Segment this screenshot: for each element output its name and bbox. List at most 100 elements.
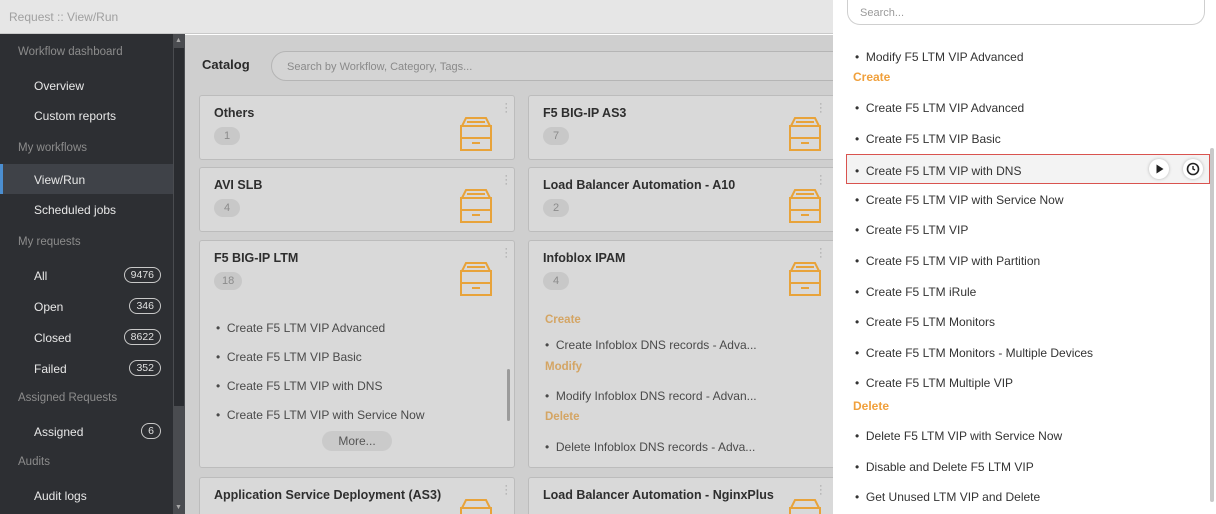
card-title: Others (214, 106, 255, 120)
catalog-card-application-service-deployment[interactable]: Application Service Deployment (AS3) · · · (199, 477, 515, 514)
card-title: F5 BIG-IP AS3 (543, 106, 627, 120)
sidebar-scrollbar[interactable]: ▲ ▼ (173, 34, 185, 514)
catalog-card-infoblox-ipam[interactable]: Infoblox IPAM 4 · · · Create • Create Info… (528, 240, 833, 468)
sidebar-item-label: View/Run (34, 173, 86, 187)
workflow-link[interactable]: • Create F5 LTM VIP Advanced (216, 321, 385, 335)
workflow-label: Create F5 LTM VIP with DNS (226, 379, 383, 393)
sidebar-item-assigned[interactable]: Assigned 6 (0, 416, 173, 446)
more-options-icon[interactable]: · · · (819, 244, 823, 263)
workflow-label: Create F5 LTM VIP with Service Now (865, 193, 1064, 207)
sidebar-item-label: All (34, 269, 48, 283)
count-badge: 9476 (123, 267, 161, 283)
workflow-label: Create F5 LTM Monitors - Multiple Device… (865, 346, 1094, 360)
catalog-card-f5-big-ip-as3[interactable]: F5 BIG-IP AS3 7 · · · (528, 95, 833, 160)
scroll-up-icon[interactable]: ▲ (175, 37, 182, 44)
card-count-badge: 2 (543, 199, 569, 217)
workflow-item[interactable]: • Modify F5 LTM VIP Advanced (847, 41, 1207, 71)
catalog-card-load-balancer-nginxplus[interactable]: Load Balancer Automation - NginxPlus · · · (528, 477, 833, 514)
catalog-card-f5-big-ip-ltm[interactable]: F5 BIG-IP LTM 18 · · · • Create F5 LTM VIP… (199, 240, 515, 468)
workflow-item[interactable]: • Create F5 LTM VIP with Partition (847, 245, 1207, 275)
card-count-badge: 18 (214, 272, 243, 290)
workflow-link[interactable]: • Modify Infoblox DNS record - Advan... (545, 389, 757, 403)
sidebar-item-view-run[interactable]: View/Run (0, 164, 173, 194)
sidebar-item-audit-logs[interactable]: Audit logs (0, 480, 173, 510)
workflow-item[interactable]: • Create F5 LTM iRule (847, 276, 1207, 306)
workflow-label: Create F5 LTM Multiple VIP (865, 376, 1014, 390)
sidebar-item-scheduled-jobs[interactable]: Scheduled jobs (0, 194, 173, 224)
sidebar-header-my-requests: My requests (18, 236, 81, 248)
workflow-item[interactable]: • Create F5 LTM VIP (847, 214, 1207, 244)
more-button[interactable]: More... (322, 431, 392, 451)
count-badge: 6 (141, 423, 161, 439)
catalog-card-avi-slb[interactable]: AVI SLB 4 · · · (199, 167, 515, 232)
card-title: Load Balancer Automation - NginxPlus (543, 488, 774, 502)
workflow-label: Create F5 LTM VIP Advanced (226, 321, 386, 335)
workflow-item[interactable]: • Create F5 LTM VIP Advanced (847, 92, 1207, 122)
panel-search-input[interactable]: Search... (847, 0, 1205, 25)
workflow-label: Get Unused LTM VIP and Delete (865, 490, 1041, 504)
app-root: Request :: View/Run Workflow dashboard O… (0, 0, 1216, 514)
sidebar-item-custom-reports[interactable]: Custom reports (0, 100, 173, 130)
workflow-item[interactable]: • Create F5 LTM VIP with Service Now (847, 184, 1207, 214)
run-button[interactable] (1149, 159, 1169, 179)
workflow-link[interactable]: • Create F5 LTM VIP with DNS (216, 379, 382, 393)
workflow-label: Modify Infoblox DNS record - Advan... (555, 389, 757, 403)
workflow-item-highlighted[interactable]: • Create F5 LTM VIP with DNS (846, 154, 1210, 184)
workflow-link[interactable]: • Create Infoblox DNS records - Adva... (545, 338, 757, 352)
sidebar-item-all[interactable]: All 9476 (0, 260, 173, 290)
more-options-icon[interactable]: · · · (504, 171, 508, 190)
clock-icon (1186, 162, 1200, 176)
sidebar-item-label: Open (34, 300, 64, 314)
schedule-button[interactable] (1183, 159, 1203, 179)
sidebar-item-label: Assigned (34, 425, 84, 439)
card-title: Load Balancer Automation - A10 (543, 178, 736, 192)
workflow-item[interactable]: • Get Unused LTM VIP and Delete (847, 481, 1207, 511)
scrollbar-thumb[interactable] (174, 48, 184, 406)
sidebar-item-label: Overview (34, 79, 85, 93)
workflow-item[interactable]: • Delete F5 LTM VIP with Service Now (847, 420, 1207, 450)
drawer-icon (460, 117, 492, 151)
workflow-link[interactable]: • Delete Infoblox DNS records - Adva... (545, 440, 755, 454)
workflow-item[interactable]: • Create F5 LTM Monitors - Multiple Devi… (847, 337, 1207, 367)
workflow-item[interactable]: • Create F5 LTM Multiple VIP (847, 367, 1207, 397)
workflow-item[interactable]: • Disable and Delete F5 LTM VIP (847, 451, 1207, 481)
drawer-icon (789, 189, 821, 223)
more-options-icon[interactable]: · · · (819, 481, 823, 500)
card-title: Infoblox IPAM (543, 251, 626, 265)
section-header-delete: Delete (545, 411, 580, 423)
workflow-link[interactable]: • Create F5 LTM VIP with Service Now (216, 408, 425, 422)
workflow-link[interactable]: • Create F5 LTM VIP Basic (216, 350, 362, 364)
catalog-card-others[interactable]: Others 1 · · · (199, 95, 515, 160)
sidebar-item-failed[interactable]: Failed 352 (0, 353, 173, 383)
more-options-icon[interactable]: · · · (504, 481, 508, 500)
drawer-icon (460, 189, 492, 223)
page-title: Request :: View/Run (9, 10, 119, 24)
section-header-modify: Modify (545, 361, 583, 373)
workflow-label: Create F5 LTM Monitors (865, 315, 996, 329)
more-options-icon[interactable]: · · · (504, 244, 508, 263)
workflow-label: Create Infoblox DNS records - Adva... (555, 338, 757, 352)
catalog-title: Catalog (202, 57, 250, 72)
sidebar-header-audits: Audits (18, 456, 50, 468)
more-options-icon[interactable]: · · · (819, 171, 823, 190)
more-options-icon[interactable]: · · · (819, 99, 823, 118)
card-count-badge: 1 (214, 127, 240, 145)
scroll-down-icon[interactable]: ▼ (175, 504, 182, 511)
sidebar-item-label: Closed (34, 331, 72, 345)
sidebar-header-assigned-requests: Assigned Requests (18, 392, 118, 404)
sidebar-item-closed[interactable]: Closed 8622 (0, 322, 173, 352)
workflow-label: Modify F5 LTM VIP Advanced (865, 50, 1024, 64)
workflow-item[interactable]: • Create F5 LTM Monitors (847, 306, 1207, 336)
catalog-card-load-balancer-a10[interactable]: Load Balancer Automation - A10 2 · · · (528, 167, 833, 232)
panel-scrollbar[interactable] (1210, 148, 1214, 502)
sidebar-item-overview[interactable]: Overview (0, 70, 173, 100)
workflow-item[interactable]: • Create F5 LTM VIP Basic (847, 123, 1207, 153)
sidebar-item-open[interactable]: Open 346 (0, 291, 173, 321)
count-badge: 8622 (123, 329, 161, 345)
catalog-search-input[interactable]: Search by Workflow, Category, Tags... (271, 51, 833, 81)
card-count-badge: 7 (543, 127, 569, 145)
section-header-create: Create (853, 70, 891, 84)
drawer-icon (460, 262, 492, 296)
card-scrollbar[interactable] (507, 369, 510, 421)
more-options-icon[interactable]: · · · (504, 99, 508, 118)
